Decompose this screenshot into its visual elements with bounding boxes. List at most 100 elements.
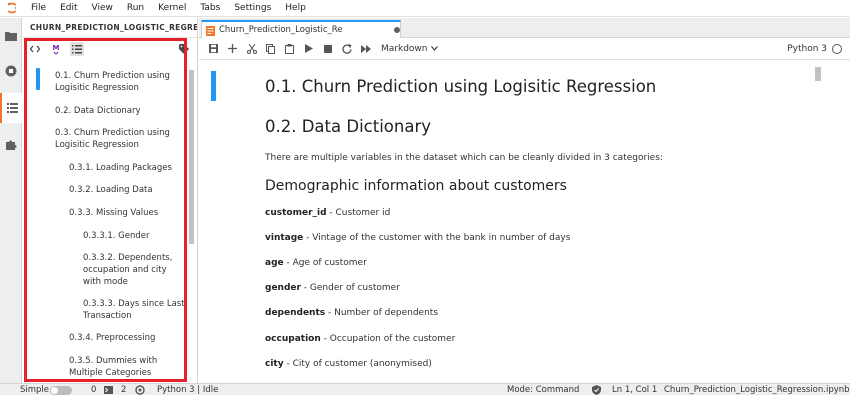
folder-icon[interactable]	[0, 21, 22, 51]
tab-bar: Churn_Prediction_Logistic_Re	[199, 18, 850, 38]
toc-item-label: Multiple Categories	[69, 368, 152, 378]
toc-item-label: 0.3. Churn Prediction using	[55, 128, 170, 138]
toc-item-label: 0.1. Churn Prediction using	[55, 71, 170, 81]
markdown-icon[interactable]: M	[49, 42, 63, 56]
main-area: Churn_Prediction_Logistic_Re Markdown Py…	[199, 18, 850, 383]
copy-icon[interactable]	[261, 40, 280, 58]
paste-icon[interactable]	[280, 40, 299, 58]
toc-item-label: 0.3.4. Preprocessing	[69, 333, 156, 343]
toc-item-label: 0.3.3.2. Dependents,	[83, 253, 173, 263]
toc-item-label: with mode	[83, 277, 128, 287]
toc-list: 0.1. Churn Prediction using Logisitic Re…	[22, 62, 188, 383]
field-desc: - City of customer (anonymised)	[283, 359, 432, 369]
jupyter-logo-icon	[0, 0, 24, 17]
field-desc: - Gender of customer	[300, 283, 400, 293]
toc-item-label: 0.3.3.1. Gender	[83, 231, 150, 241]
toc-item-label: 0.3.1. Loading Packages	[69, 163, 172, 173]
toc-item[interactable]: 0.3.5. Dummies with Multiple Categories	[69, 355, 157, 379]
restart-icon[interactable]	[337, 40, 356, 58]
simple-mode-label: Simple	[20, 385, 50, 395]
status-bar: Simple 0 2 Python 3 | Idle Mode: Command…	[0, 383, 850, 395]
tag-icon[interactable]	[177, 42, 191, 56]
jupyterlab-window: File Edit View Run Kernel Tabs Settings …	[0, 0, 850, 395]
numbered-list-icon[interactable]	[70, 42, 84, 56]
toc-item[interactable]: 0.3.2. Loading Data	[69, 184, 153, 196]
toc-item[interactable]: 0.1. Churn Prediction using Logisitic Re…	[55, 70, 170, 94]
toc-item-label: Logisitic Regression	[55, 83, 139, 93]
field-name: customer_id	[265, 208, 327, 218]
field-name: dependents	[265, 308, 326, 318]
cursor-position[interactable]: Ln 1, Col 1	[612, 384, 657, 395]
menu-help[interactable]: Help	[278, 0, 313, 17]
activity-bar	[0, 18, 22, 383]
intro-text: There are multiple variables in the data…	[265, 153, 663, 163]
heading-demographic: Demographic information about customers	[265, 178, 567, 194]
save-icon[interactable]	[204, 40, 223, 58]
cell-type-select[interactable]: Markdown	[381, 44, 439, 54]
menu-tabs[interactable]: Tabs	[193, 0, 227, 17]
menu-settings[interactable]: Settings	[227, 0, 278, 17]
menu-view[interactable]: View	[85, 0, 120, 17]
toc-item-label: Logisitic Regression	[55, 140, 139, 150]
field-name: age	[265, 258, 284, 268]
menu-file[interactable]: File	[24, 0, 53, 17]
toc-item[interactable]: 0.3.3.3. Days since Last Transaction	[83, 298, 185, 322]
kernel-status[interactable]: Python 3 | Idle	[157, 384, 218, 395]
run-icon[interactable]	[299, 40, 318, 58]
add-cell-icon[interactable]	[223, 40, 242, 58]
toc-item-label: occupation and city	[83, 265, 167, 275]
tab-label: Churn_Prediction_Logistic_Re	[219, 25, 343, 35]
toc-item[interactable]: 0.3.3.2. Dependents, occupation and city…	[83, 252, 172, 288]
mode-indicator: Mode: Command	[507, 385, 580, 395]
toc-item[interactable]: 0.3.3.1. Gender	[83, 230, 149, 242]
field-row: city - City of customer (anonymised)	[265, 359, 432, 369]
stop-circle-icon[interactable]	[0, 56, 22, 86]
menu-kernel[interactable]: Kernel	[151, 0, 193, 17]
shield-icon[interactable]	[592, 385, 601, 395]
field-name: occupation	[265, 334, 321, 344]
heading-data-dictionary: 0.2. Data Dictionary	[265, 117, 431, 136]
toc-item[interactable]: 0.3.4. Preprocessing	[69, 332, 155, 344]
fast-forward-icon[interactable]	[356, 40, 375, 58]
menu-bar: File Edit View Run Kernel Tabs Settings …	[0, 0, 850, 17]
toc-item[interactable]: 0.3.1. Loading Packages	[69, 162, 172, 174]
toc-item-label: 0.3.5. Dummies with	[69, 356, 158, 366]
toc-item[interactable]: 0.3.3. Missing Values	[69, 207, 158, 219]
toc-item-label: 0.3.3.3. Days since Last	[83, 299, 185, 309]
cut-icon[interactable]	[242, 40, 261, 58]
toc-active-marker	[36, 68, 40, 90]
list-icon[interactable]	[0, 93, 22, 123]
field-row: occupation - Occupation of the customer	[265, 334, 455, 344]
code-icon[interactable]	[28, 42, 42, 56]
svg-text:M: M	[53, 44, 60, 52]
terminals-count[interactable]: 0	[91, 384, 96, 395]
simple-mode-toggle[interactable]	[50, 386, 72, 395]
kernel-indicator[interactable]: Python 3	[787, 38, 842, 60]
toc-item[interactable]: 0.3. Churn Prediction using Logisitic Re…	[55, 127, 170, 151]
tab-notebook[interactable]: Churn_Prediction_Logistic_Re	[201, 20, 401, 38]
unsaved-dot-icon[interactable]	[394, 27, 400, 33]
field-desc: - Vintage of the customer with the bank …	[303, 233, 571, 243]
field-name: city	[265, 359, 284, 369]
toc-item-label: 0.3.2. Loading Data	[69, 185, 153, 195]
kernel-status-icon	[832, 44, 842, 54]
notebook-icon	[206, 21, 215, 40]
chevron-down-icon	[431, 44, 439, 54]
puzzle-icon[interactable]	[0, 130, 22, 160]
notebook-scrollbar-thumb[interactable]	[815, 67, 821, 81]
field-desc: - Number of dependents	[325, 308, 439, 318]
field-row: gender - Gender of customer	[265, 283, 400, 293]
stop-icon[interactable]	[318, 40, 337, 58]
kernels-count[interactable]: 2	[121, 384, 126, 395]
menu-edit[interactable]: Edit	[53, 0, 84, 17]
heading-title: 0.1. Churn Prediction using Logisitic Re…	[265, 77, 657, 96]
toc-item-label: Transaction	[83, 311, 132, 321]
menu-run[interactable]: Run	[120, 0, 151, 17]
notebook-content[interactable]: 0.1. Churn Prediction using Logisitic Re…	[199, 61, 850, 383]
field-name: vintage	[265, 233, 304, 243]
toc-scrollbar-thumb[interactable]	[189, 70, 194, 244]
toc-item[interactable]: 0.2. Data Dictionary	[55, 105, 141, 117]
notebook-scrollbar[interactable]	[814, 61, 822, 383]
notebook-toolbar: Markdown Python 3	[199, 38, 850, 60]
field-name: gender	[265, 283, 301, 293]
